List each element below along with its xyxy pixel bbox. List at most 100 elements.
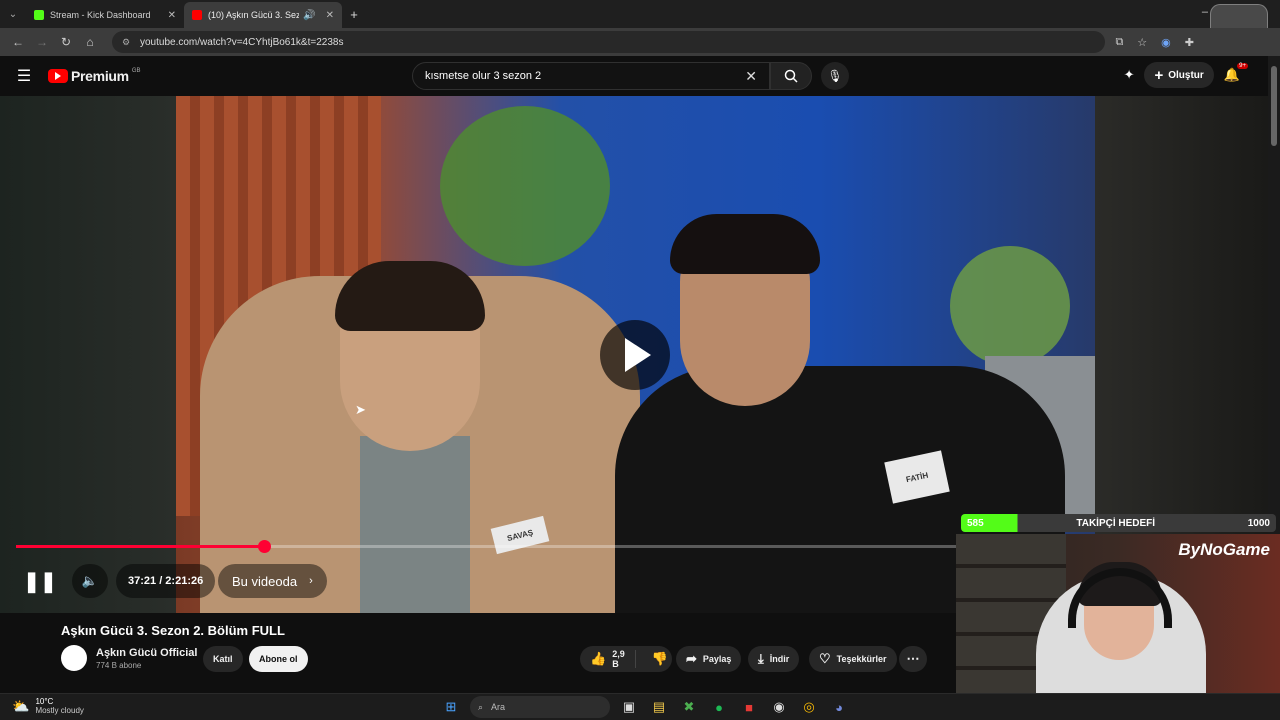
video-shirt [360, 436, 470, 613]
pause-icon: ❚❚ [23, 570, 57, 593]
country-code: GB [131, 68, 141, 74]
pause-button[interactable]: ❚❚ [22, 564, 58, 598]
download-label: İndir [769, 654, 790, 664]
tab-title: Stream - Kick Dashboard [50, 10, 151, 20]
url-field[interactable]: ⚙ youtube.com/watch?v=4CYhtjBo61k&t=2238… [112, 31, 1106, 53]
site-info-icon[interactable]: ⚙ [122, 37, 132, 47]
xbox-icon[interactable]: ✖ [678, 696, 700, 718]
close-tab-icon[interactable]: ✕ [326, 10, 334, 21]
taskbar-search[interactable]: ⌕ Ara [470, 696, 610, 718]
download-button[interactable]: ⤓ İndir [748, 646, 800, 672]
tab-title: (10) Aşkın Gücü 3. Sezon 2. [208, 10, 300, 20]
discord-icon[interactable]: ◕ [828, 696, 850, 718]
voice-search-button[interactable]: 🎙 [821, 62, 849, 90]
temperature: 10°C [35, 697, 54, 706]
minimize-icon[interactable]: – [1202, 6, 1208, 18]
thumbs-up-icon: 👍 [590, 651, 607, 666]
search-icon [784, 69, 798, 83]
like-count: 2,9 B [612, 649, 625, 669]
tab-kick-dashboard[interactable]: Stream - Kick Dashboard ✕ [26, 2, 184, 28]
window-controls: – [1200, 0, 1280, 88]
weather-text: Mostly cloudy [35, 706, 84, 715]
search-button[interactable] [770, 62, 812, 90]
tab-search-button[interactable]: ⌄ [0, 0, 26, 28]
webcam-overlay: ByNoGame [956, 534, 1280, 716]
thanks-label: Teşekkürler [836, 654, 887, 664]
browser-tab-bar: ⌄ Stream - Kick Dashboard ✕ (10) Aşkın G… [0, 0, 1280, 88]
channel-avatar[interactable] [61, 645, 87, 671]
new-tab-button[interactable]: + [342, 7, 366, 22]
clear-search-icon[interactable]: ✕ [745, 68, 757, 85]
plus-icon: + [1154, 66, 1164, 84]
volume-button[interactable]: 🔈 [72, 564, 108, 598]
taskbar-search-placeholder: Ara [491, 702, 506, 712]
chevron-right-icon: › [309, 575, 313, 587]
chrome-icon[interactable]: ◎ [798, 696, 820, 718]
share-label: Paylaş [702, 654, 732, 664]
thanks-button[interactable]: ♡ Teşekkürler [809, 646, 897, 672]
thumbs-down-icon: 👎 [651, 651, 668, 666]
search-value: kısmetse olur 3 sezon 2 [425, 70, 542, 82]
extensions-icon[interactable]: ✚ [1185, 36, 1194, 49]
subscriber-count: 774 B abone [96, 661, 142, 670]
tab-youtube-video[interactable]: (10) Aşkın Gücü 3. Sezon 2. 🔊 ✕ [184, 2, 342, 28]
more-icon: ⋯ [906, 651, 920, 666]
brand-logo: ByNoGame [1178, 540, 1270, 559]
chapter-button[interactable]: Bu videoda › [218, 564, 327, 598]
video-plant [440, 106, 610, 266]
install-icon[interactable]: ⧉ [1115, 36, 1123, 49]
windows-taskbar: ⛅ 10°C Mostly cloudy ⊞ ⌕ Ara ▣ ▤ ✖ ● ■ ◉… [0, 693, 1280, 720]
windows-start-icon[interactable]: ⊞ [440, 696, 462, 718]
close-tab-icon[interactable]: ✕ [168, 10, 176, 21]
join-button[interactable]: Katıl [203, 646, 243, 672]
video-title: Aşkın Gücü 3. Sezon 2. Bölüm FULL [61, 623, 285, 638]
download-icon: ⤓ [758, 651, 764, 666]
notifications-bell-icon[interactable]: 🔔 9+ [1224, 63, 1248, 83]
youtube-play-logo-icon [48, 69, 68, 83]
create-label: Oluştur [1168, 69, 1204, 81]
thanks-icon: ♡ [819, 651, 831, 666]
progress-fill [16, 545, 265, 548]
scrollbar-thumb[interactable] [1271, 66, 1277, 146]
create-button[interactable]: + Oluştur [1144, 62, 1214, 88]
cloud-sun-icon: ⛅ [12, 697, 30, 714]
dislike-button[interactable]: 👎 [642, 651, 678, 667]
forward-icon[interactable]: → [30, 35, 54, 49]
share-icon: ➦ [686, 651, 697, 666]
big-play-icon[interactable] [600, 320, 670, 390]
file-explorer-icon[interactable]: ▤ [648, 696, 670, 718]
youtube-logo[interactable]: Premium GB [48, 68, 140, 84]
chapter-label: Bu videoda [232, 573, 298, 589]
spotify-icon[interactable]: ● [708, 696, 730, 718]
weather-widget[interactable]: ⛅ 10°C Mostly cloudy [12, 697, 84, 715]
subscribe-button[interactable]: Abone ol [249, 646, 308, 672]
bookmark-star-icon[interactable]: ☆ [1137, 36, 1147, 49]
cast-icon[interactable]: ✦ [1124, 67, 1135, 83]
mouse-cursor-icon: ➤ [355, 402, 366, 417]
task-view-icon[interactable]: ▣ [618, 696, 640, 718]
share-button[interactable]: ➦ Paylaş [676, 646, 742, 672]
goal-target: 1000 [1247, 517, 1270, 529]
goal-current: 585 [967, 517, 984, 529]
audio-icon[interactable]: 🔊 [303, 10, 315, 21]
search-icon: ⌕ [478, 701, 484, 712]
home-icon[interactable]: ⌂ [78, 35, 102, 49]
goal-label: TAKİPÇİ HEDEFİ [1076, 517, 1156, 529]
channel-name[interactable]: Aşkın Gücü Official [96, 647, 197, 659]
obs-icon[interactable]: ◉ [768, 696, 790, 718]
address-bar-row: ← → ↻ ⌂ ⚙ youtube.com/watch?v=4CYhtjBo61… [0, 28, 1280, 56]
reload-icon[interactable]: ↻ [54, 35, 78, 49]
menu-icon[interactable]: ☰ [0, 66, 48, 86]
progress-bar[interactable] [16, 540, 956, 553]
mic-icon: 🎙 [827, 69, 843, 83]
like-button[interactable]: 👍 2,9 B [580, 649, 636, 669]
video-hair-left [335, 261, 485, 331]
more-actions-button[interactable]: ⋯ [899, 646, 927, 672]
notification-count-badge: 9+ [1237, 63, 1248, 69]
translate-icon[interactable]: ◉ [1161, 36, 1171, 49]
search-input[interactable]: kısmetse olur 3 sezon 2 ✕ [412, 62, 770, 90]
follower-goal-bar: 585 TAKİPÇİ HEDEFİ 1000 [961, 514, 1276, 532]
app-icon[interactable]: ■ [738, 696, 760, 718]
youtube-favicon-icon [192, 10, 202, 20]
back-icon[interactable]: ← [6, 35, 30, 49]
